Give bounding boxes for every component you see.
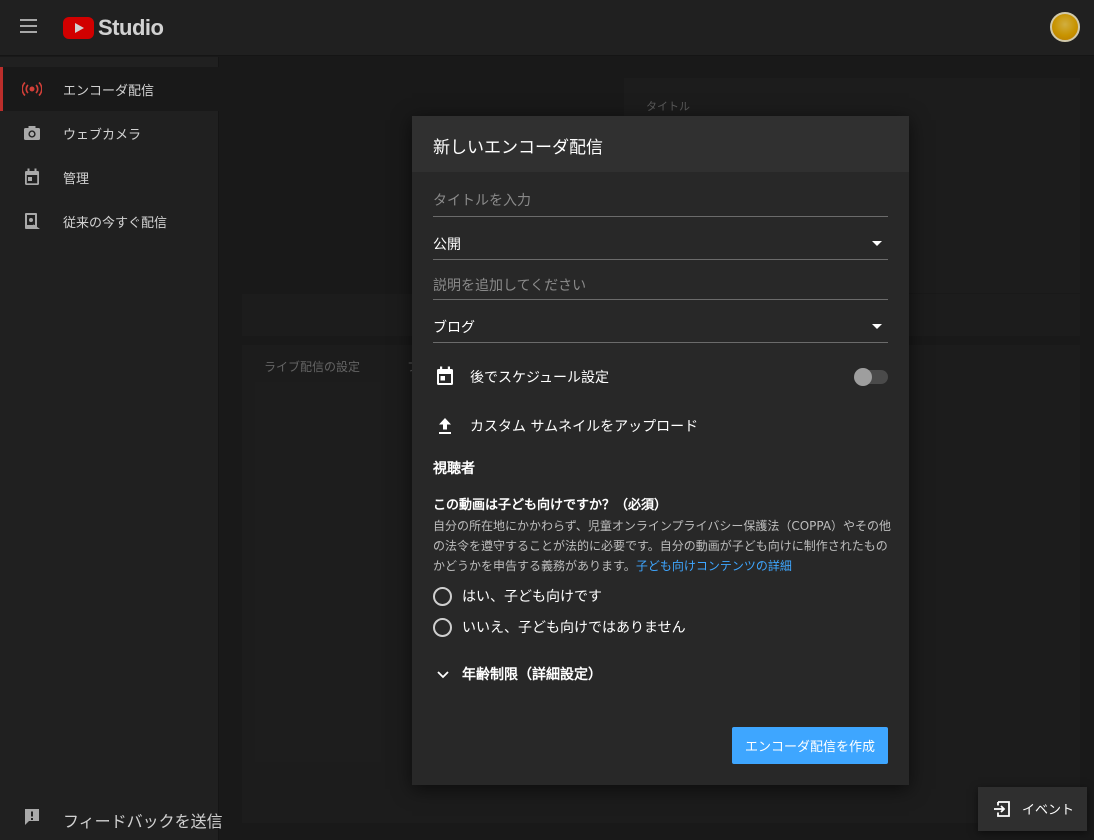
dropdown-arrow-icon [872,324,882,329]
age-restriction-toggle[interactable]: 年齢制限（詳細設定） [436,662,602,686]
toggle-knob [854,368,872,386]
radio-made-for-kids-yes[interactable]: はい、子ども向けです [433,584,602,608]
age-restriction-label: 年齢制限（詳細設定） [462,667,602,683]
kids-question: この動画は子ども向けですか？（必須） [433,498,668,513]
dialog-header: 新しいエンコーダ配信 [412,116,909,172]
audience-section-title: 視聴者 [433,461,475,477]
event-label: イベント [1022,803,1075,818]
kids-description: 自分の所在地にかかわらず、児童オンラインプライバシー保護法（COPPA）やその他… [433,516,895,576]
radio-label: はい、子ども向けです [462,589,602,605]
radio-label: いいえ、子ども向けではありません [462,620,686,636]
title-input[interactable] [433,190,888,212]
chevron-down-icon [436,665,450,684]
radio-button[interactable] [433,617,452,637]
kids-content-link[interactable]: 子ども向けコンテンツの詳細 [636,559,792,573]
upload-thumbnail-button[interactable]: カスタム サムネイルをアップロード [470,416,698,436]
category-value: ブログ [433,320,475,336]
event-button[interactable]: イベント [978,787,1087,831]
dialog-title: 新しいエンコーダ配信 [433,138,603,158]
radio-made-for-kids-no[interactable]: いいえ、子ども向けではありません [433,615,686,639]
visibility-value: 公開 [433,237,461,253]
exit-to-app-icon [993,799,1013,823]
new-encoder-stream-dialog: 新しいエンコーダ配信 公開 ブログ 後でスケジュール設定 カスタム サムネイルを… [412,116,909,785]
schedule-label: 後でスケジュール設定 [470,370,610,386]
radio-button[interactable] [433,586,452,606]
visibility-select[interactable]: 公開 [433,232,888,260]
description-field [433,275,888,300]
schedule-toggle[interactable] [854,368,888,386]
title-field [433,190,888,217]
category-select[interactable]: ブログ [433,315,888,343]
calendar-icon [436,366,456,386]
description-input[interactable] [433,275,888,297]
dropdown-arrow-icon [872,241,882,246]
upload-icon [436,416,456,436]
create-encoder-stream-button[interactable]: エンコーダ配信を作成 [732,727,888,764]
